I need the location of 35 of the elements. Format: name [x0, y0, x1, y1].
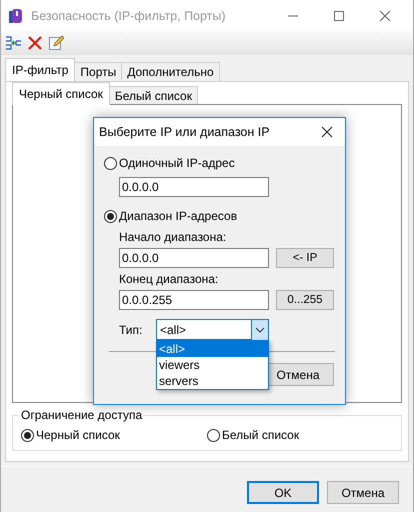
ip-field[interactable]: 0.0.0.0 — [119, 177, 269, 197]
dialog-button[interactable]: OK — [247, 481, 319, 504]
tab[interactable]: Белый список — [108, 86, 198, 105]
app-icon — [9, 8, 23, 24]
window-title: Безопасность (IP-фильтр, Порты) — [31, 8, 227, 22]
radio-label[interactable]: Белый список — [222, 428, 300, 442]
caret-icon[interactable] — [251, 320, 268, 340]
edit-icon[interactable] — [48, 35, 64, 51]
radio-button[interactable] — [21, 428, 34, 442]
field-label: Конец диапазона: — [119, 272, 220, 286]
type-dropdown[interactable]: <all> — [156, 319, 269, 340]
dropdown-option[interactable]: <all> — [157, 341, 268, 357]
radio-label[interactable]: Диапазон IP-адресов — [119, 209, 238, 223]
dialog-title: Выберите IP или диапазон IP — [99, 125, 270, 139]
ip-field[interactable]: 0.0.0.255 — [119, 290, 269, 310]
maximize-icon[interactable] — [333, 10, 345, 22]
delete-icon[interactable] — [27, 35, 43, 51]
tab[interactable]: Дополнительно — [121, 62, 220, 81]
group-label: Ограничение доступа — [19, 408, 144, 422]
close-icon[interactable] — [321, 126, 333, 138]
field-label: Начало диапазона: — [119, 230, 228, 244]
fill-button[interactable]: <- IP — [276, 248, 334, 268]
radio-button[interactable] — [207, 428, 220, 442]
tab[interactable]: IP-фильтр — [5, 58, 76, 81]
fill-button[interactable]: 0...255 — [276, 290, 334, 310]
radio-button[interactable] — [104, 156, 117, 170]
tab[interactable]: Порты — [74, 62, 122, 81]
ip-field[interactable]: 0.0.0.0 — [119, 248, 269, 268]
type-label: Тип: — [119, 322, 144, 336]
radio-label[interactable]: Черный список — [36, 428, 120, 442]
add-to-list-icon[interactable] — [5, 35, 22, 51]
radio-label[interactable]: Одиночный IP-адрес — [119, 156, 235, 170]
radio-button[interactable] — [104, 210, 117, 222]
dialog-button[interactable]: Отмена — [327, 481, 399, 504]
tab[interactable]: Черный список — [12, 82, 110, 105]
